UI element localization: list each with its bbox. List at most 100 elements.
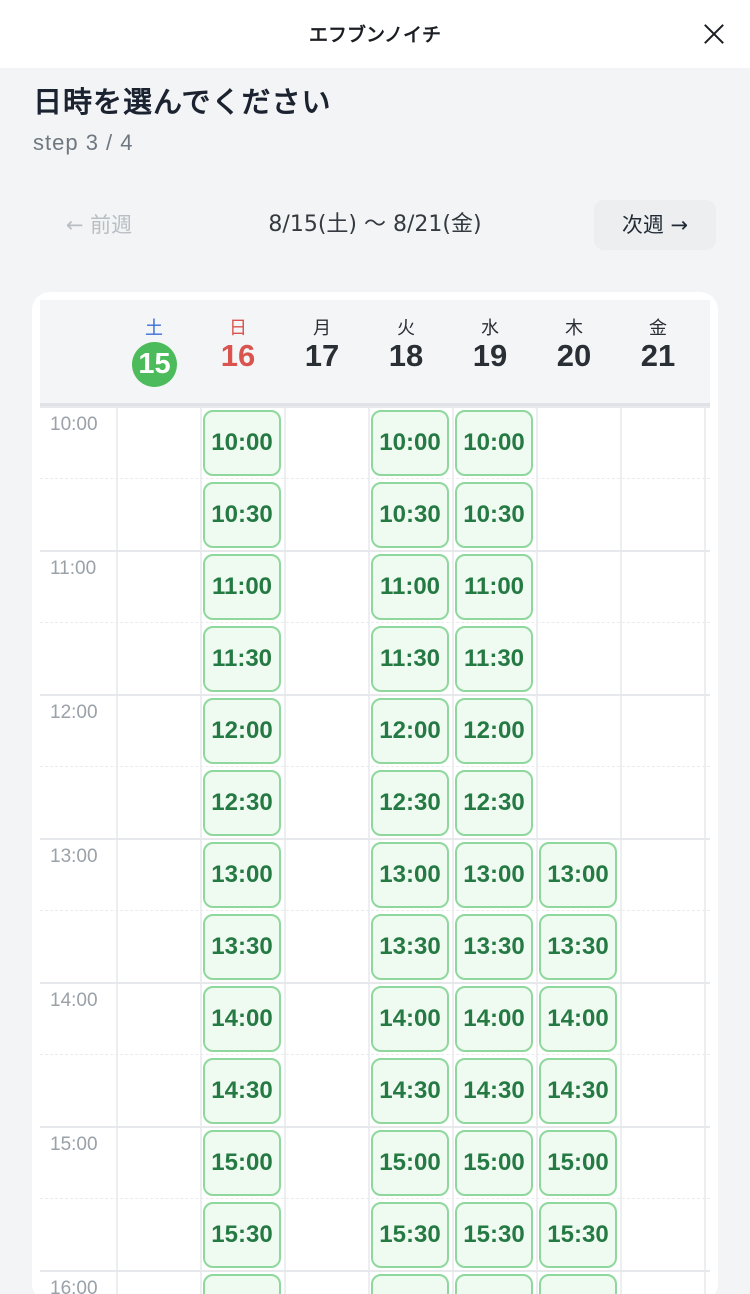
time-slot-button[interactable]: 13:30 <box>371 914 449 980</box>
row-divider <box>40 406 710 408</box>
app-title: エフブンノイチ <box>308 24 442 46</box>
time-slot-button[interactable]: 13:00 <box>455 842 533 908</box>
time-slot-button[interactable]: 10:00 <box>371 410 449 476</box>
row-divider <box>40 478 710 479</box>
time-slot-button[interactable]: 14:00 <box>203 986 281 1052</box>
time-slot-button[interactable]: 12:30 <box>203 770 281 836</box>
row-divider <box>40 550 710 552</box>
row-divider <box>40 1270 710 1272</box>
time-label: 11:00 <box>50 558 97 579</box>
time-slot-button[interactable]: 14:00 <box>371 986 449 1052</box>
row-divider <box>40 838 710 840</box>
time-slot-button[interactable]: 13:00 <box>539 842 617 908</box>
time-grid: 10:00 11:00 12:00 13:00 14:00 15:00 16:00 10:00… <box>40 406 710 1294</box>
app-header: エフブンノイチ <box>0 0 750 68</box>
date-number: 20 <box>556 338 592 373</box>
column-divider <box>200 406 202 1294</box>
day-column-header[interactable]: 火 18 <box>364 300 448 406</box>
time-slot-button[interactable]: 16:00 <box>371 1274 449 1294</box>
time-slot-button[interactable]: 14:30 <box>455 1058 533 1124</box>
time-label: 15:00 <box>50 1134 98 1155</box>
time-slot-button[interactable]: 10:00 <box>203 410 281 476</box>
time-slot-button[interactable]: 14:30 <box>203 1058 281 1124</box>
column-divider <box>284 406 286 1294</box>
day-column-header[interactable]: 月 17 <box>280 300 364 406</box>
time-slot-button[interactable]: 10:00 <box>455 410 533 476</box>
time-slot-button[interactable]: 15:30 <box>455 1202 533 1268</box>
column-divider <box>368 406 370 1294</box>
row-divider <box>40 982 710 984</box>
prev-week-button[interactable]: ← 前週 <box>40 200 158 250</box>
time-slot-button[interactable]: 11:00 <box>371 554 449 620</box>
close-icon[interactable] <box>698 18 730 50</box>
column-divider <box>536 406 538 1294</box>
row-divider <box>40 1054 710 1055</box>
time-label: 14:00 <box>50 990 98 1011</box>
time-slot-button[interactable]: 16:00 <box>203 1274 281 1294</box>
time-label: 12:00 <box>50 702 98 723</box>
row-divider <box>40 910 710 911</box>
day-column-header[interactable]: 木 20 <box>532 300 616 406</box>
time-slot-button[interactable]: 12:00 <box>203 698 281 764</box>
date-number: 16 <box>220 338 256 373</box>
column-divider <box>704 406 706 1294</box>
time-slot-button[interactable]: 10:30 <box>455 482 533 548</box>
time-slot-button[interactable]: 12:00 <box>455 698 533 764</box>
row-divider <box>40 1198 710 1199</box>
time-slot-button[interactable]: 16:00 <box>539 1274 617 1294</box>
day-column-header[interactable]: 土 15 <box>112 300 196 406</box>
time-slot-button[interactable]: 15:00 <box>455 1130 533 1196</box>
time-slot-button[interactable]: 14:00 <box>455 986 533 1052</box>
time-slot-button[interactable]: 13:30 <box>203 914 281 980</box>
row-divider <box>40 1126 710 1128</box>
time-slot-button[interactable]: 12:30 <box>371 770 449 836</box>
weekday-label: 金 <box>649 318 667 339</box>
time-slot-button[interactable]: 14:30 <box>539 1058 617 1124</box>
time-slot-button[interactable]: 11:30 <box>455 626 533 692</box>
time-slot-button[interactable]: 15:00 <box>203 1130 281 1196</box>
column-divider <box>116 406 118 1294</box>
step-indicator: step 3 / 4 <box>33 130 134 155</box>
time-label: 13:00 <box>50 846 98 867</box>
time-slot-button[interactable]: 16:00 <box>455 1274 533 1294</box>
time-slot-button[interactable]: 13:30 <box>539 914 617 980</box>
time-slot-button[interactable]: 11:00 <box>203 554 281 620</box>
time-slot-button[interactable]: 14:00 <box>539 986 617 1052</box>
next-week-button[interactable]: 次週 → <box>594 200 716 250</box>
time-slot-button[interactable]: 11:30 <box>371 626 449 692</box>
row-divider <box>40 766 710 767</box>
time-slot-button[interactable]: 11:30 <box>203 626 281 692</box>
time-slot-button[interactable]: 12:00 <box>371 698 449 764</box>
time-label: 10:00 <box>50 414 98 435</box>
day-column-header[interactable]: 日 16 <box>196 300 280 406</box>
time-slot-button[interactable]: 15:00 <box>371 1130 449 1196</box>
time-slot-button[interactable]: 12:30 <box>455 770 533 836</box>
time-slot-button[interactable]: 15:30 <box>371 1202 449 1268</box>
time-label: 16:00 <box>50 1278 98 1294</box>
time-slot-button[interactable]: 15:00 <box>539 1130 617 1196</box>
column-divider <box>620 406 622 1294</box>
time-slot-button[interactable]: 13:30 <box>455 914 533 980</box>
time-slot-button[interactable]: 15:30 <box>203 1202 281 1268</box>
time-slot-button[interactable]: 13:00 <box>371 842 449 908</box>
weekday-label: 火 <box>397 318 415 339</box>
day-column-header[interactable]: 水 19 <box>448 300 532 406</box>
row-divider <box>40 622 710 623</box>
time-slot-button[interactable]: 13:00 <box>203 842 281 908</box>
column-divider <box>452 406 454 1294</box>
calendar: 土 15 日 16 月 17 火 18 水 19 木 20 金 21 10:00 11:00 12:00 13:… <box>32 292 718 1294</box>
page-title: 日時を選んでください <box>33 85 332 119</box>
time-slot-button[interactable]: 11:00 <box>455 554 533 620</box>
weekday-label: 土 <box>145 318 163 339</box>
weekday-label: 木 <box>565 318 583 339</box>
weekday-label: 月 <box>313 318 331 339</box>
time-slot-button[interactable]: 14:30 <box>371 1058 449 1124</box>
row-divider <box>40 694 710 696</box>
calendar-header: 土 15 日 16 月 17 火 18 水 19 木 20 金 21 <box>40 300 710 406</box>
time-slot-button[interactable]: 15:30 <box>539 1202 617 1268</box>
weekday-label: 日 <box>229 318 247 339</box>
time-slot-button[interactable]: 10:30 <box>371 482 449 548</box>
date-number: 17 <box>304 338 340 373</box>
day-column-header[interactable]: 金 21 <box>616 300 700 406</box>
time-slot-button[interactable]: 10:30 <box>203 482 281 548</box>
